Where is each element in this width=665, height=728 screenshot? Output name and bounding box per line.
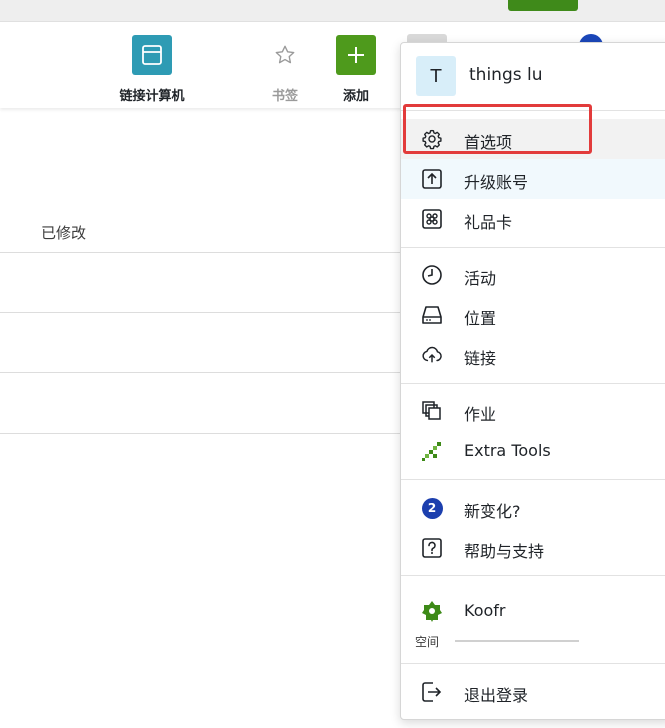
menu-item-label: 帮助与支持: [464, 542, 545, 561]
star-icon: [265, 35, 305, 75]
computer-icon: [132, 35, 172, 75]
logout-icon: [421, 681, 443, 703]
menu-item-links[interactable]: 链接: [401, 335, 665, 375]
menu-item-help[interactable]: 帮助与支持: [401, 528, 665, 568]
upload-icon: [421, 168, 443, 190]
user-name: things lu: [469, 65, 543, 85]
menu-item-koofr[interactable]: Koofr: [401, 591, 665, 631]
plus-icon: [336, 35, 376, 75]
highlight-annotation: [403, 104, 592, 154]
menu-item-label: Koofr: [464, 601, 506, 620]
menu-item-label: 链接: [464, 349, 497, 368]
koofr-logo-icon: [421, 600, 443, 622]
list-divider: [0, 252, 420, 253]
menu-item-upgrade[interactable]: 升级账号: [401, 159, 665, 199]
clock-icon: [421, 264, 443, 286]
list-divider: [0, 312, 420, 313]
menu-item-jobs[interactable]: 作业: [401, 391, 665, 431]
cloud-upload-icon: [421, 344, 443, 366]
menu-item-label: 退出登录: [464, 686, 529, 705]
gift-icon: [421, 208, 443, 230]
menu-item-activity[interactable]: 活动: [401, 255, 665, 295]
menu-item-whats-new[interactable]: 2 新变化?: [401, 488, 665, 528]
menu-divider: [401, 575, 665, 576]
help-icon: [421, 537, 443, 559]
menu-item-label: Extra Tools: [464, 441, 551, 460]
menu-item-label: 作业: [464, 405, 497, 424]
menu-item-label: 活动: [464, 269, 497, 288]
whats-new-badge: 2: [421, 497, 443, 519]
add-label: 添加: [342, 89, 369, 104]
menu-user-header: T things lu: [401, 43, 665, 110]
add-button[interactable]: 添加: [332, 35, 380, 104]
space-label: 空间: [415, 635, 440, 649]
list-divider: [0, 372, 420, 373]
drive-icon: [421, 304, 443, 326]
menu-item-label: 位置: [464, 309, 497, 328]
menu-divider: [401, 663, 665, 664]
list-divider: [0, 433, 420, 434]
menu-divider: [401, 479, 665, 480]
menu-item-logout[interactable]: 退出登录: [401, 672, 665, 712]
notification-badge: 2: [421, 497, 443, 519]
menu-divider: [401, 383, 665, 384]
menu-item-label: 升级账号: [464, 173, 529, 192]
modified-column-header[interactable]: 已修改: [41, 222, 86, 243]
bookmark-label: 书签: [271, 89, 298, 104]
bookmark-button[interactable]: 书签: [265, 35, 305, 104]
menu-item-gift-card[interactable]: 礼品卡: [401, 199, 665, 239]
extra-tools-icon: [421, 440, 443, 462]
space-usage-bar: [455, 640, 579, 642]
stack-icon: [421, 400, 443, 422]
menu-item-label: 新变化?: [464, 502, 521, 521]
menu-item-label: 礼品卡: [464, 213, 513, 232]
top-green-tab[interactable]: [508, 0, 578, 11]
menu-divider: [401, 247, 665, 248]
connect-computer-button[interactable]: 链接计算机: [112, 35, 192, 104]
connect-computer-label: 链接计算机: [119, 89, 185, 104]
user-avatar: T: [416, 56, 456, 96]
menu-item-extra-tools[interactable]: Extra Tools: [401, 431, 665, 471]
menu-item-locations[interactable]: 位置: [401, 295, 665, 335]
